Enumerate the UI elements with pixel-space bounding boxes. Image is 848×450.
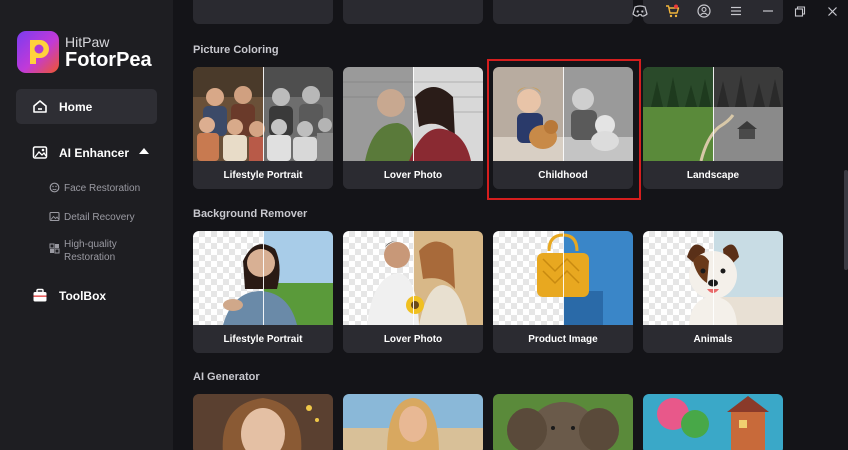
sidebar-subitem-label-line1: High-quality — [64, 239, 117, 250]
card-caption: Landscape — [643, 161, 783, 189]
card-previous-row[interactable] — [193, 0, 333, 24]
sidebar-subitem-face-restoration[interactable]: Face Restoration — [49, 182, 140, 195]
card-thumbnail — [643, 67, 783, 161]
restore-button[interactable] — [784, 0, 816, 22]
card-caption: Animals — [643, 325, 783, 353]
sidebar-subitem-label-line2: Restoration — [64, 252, 116, 263]
card-thumbnail — [343, 394, 483, 450]
sidebar-subitem-detail-recovery[interactable]: Detail Recovery — [49, 211, 135, 224]
scrollbar[interactable] — [844, 170, 848, 270]
section-title-ai-generator: AI Generator — [193, 371, 260, 383]
card-ai-generator-portrait[interactable] — [193, 394, 333, 450]
cart-button[interactable] — [656, 0, 688, 22]
before-after-divider — [563, 231, 564, 325]
account-button[interactable] — [688, 0, 720, 22]
logo-p-icon — [30, 40, 49, 64]
card-thumbnail — [193, 394, 333, 450]
toolbox-icon — [33, 288, 47, 302]
photo-icon — [49, 211, 60, 222]
card-coloring-lifestyle-portrait[interactable]: Lifestyle Portrait — [193, 67, 333, 189]
card-bgremove-lifestyle-portrait[interactable]: Lifestyle Portrait — [193, 231, 333, 353]
minimize-button[interactable] — [752, 0, 784, 22]
card-bgremove-animals[interactable]: Animals — [643, 231, 783, 353]
sidebar-item-ai-enhancer[interactable]: AI Enhancer — [16, 140, 157, 165]
brand-product: FotorPea — [65, 49, 152, 71]
sidebar-item-toolbox[interactable]: ToolBox — [16, 283, 157, 308]
grid-icon — [49, 243, 60, 254]
before-after-divider — [713, 231, 714, 325]
brand-company: HitPaw — [65, 34, 110, 50]
minimize-icon — [763, 10, 773, 12]
card-thumbnail — [193, 67, 333, 161]
card-ai-generator-beach[interactable] — [343, 394, 483, 450]
card-previous-row[interactable] — [343, 0, 483, 24]
discord-button[interactable] — [624, 0, 656, 22]
close-button[interactable] — [816, 0, 848, 22]
sidebar-item-label: ToolBox — [59, 288, 107, 303]
card-caption: Product Image — [493, 325, 633, 353]
before-after-divider — [413, 67, 414, 161]
card-caption: Lifestyle Portrait — [193, 325, 333, 353]
sidebar-item-label: Home — [59, 99, 93, 114]
menu-icon — [731, 6, 741, 16]
user-icon — [697, 4, 711, 18]
sidebar-subitem-high-quality-restoration[interactable]: High-quality Restoration — [49, 238, 117, 264]
menu-button[interactable] — [720, 0, 752, 22]
card-caption: Lover Photo — [343, 161, 483, 189]
card-ai-generator-fantasy-house[interactable] — [643, 394, 783, 450]
card-caption: Lifestyle Portrait — [193, 161, 333, 189]
before-after-divider — [413, 231, 414, 325]
card-thumbnail — [193, 231, 333, 325]
sidebar-item-label: AI Enhancer — [59, 145, 130, 160]
card-bgremove-lover-photo[interactable]: Lover Photo — [343, 231, 483, 353]
app-logo — [17, 31, 59, 73]
title-bar — [624, 0, 848, 22]
card-thumbnail — [493, 394, 633, 450]
before-after-divider — [263, 231, 264, 325]
before-after-divider — [263, 67, 264, 161]
card-thumbnail — [343, 67, 483, 161]
cart-icon — [665, 4, 679, 18]
card-ai-generator-elephant[interactable] — [493, 394, 633, 450]
discord-icon — [632, 5, 648, 17]
restore-icon — [794, 5, 806, 17]
section-title-picture-coloring: Picture Coloring — [193, 44, 279, 56]
sidebar: HitPaw FotorPea Home AI Enhancer Face Re… — [0, 0, 173, 450]
main-content: Picture Coloring Lifestyle Portrait Love… — [173, 0, 848, 450]
selection-highlight — [487, 59, 641, 200]
before-after-divider — [713, 67, 714, 161]
card-thumbnail — [493, 231, 633, 325]
close-icon — [827, 6, 837, 16]
home-icon — [33, 100, 47, 113]
chevron-up-icon[interactable] — [139, 148, 149, 154]
face-icon — [49, 182, 60, 193]
card-coloring-landscape[interactable]: Landscape — [643, 67, 783, 189]
card-thumbnail — [643, 231, 783, 325]
card-thumbnail — [643, 394, 783, 450]
card-previous-row[interactable] — [493, 0, 633, 24]
card-bgremove-product-image[interactable]: Product Image — [493, 231, 633, 353]
section-title-background-remover: Background Remover — [193, 208, 308, 220]
sidebar-subitem-label: Detail Recovery — [64, 212, 135, 223]
card-thumbnail — [343, 231, 483, 325]
sidebar-item-home[interactable]: Home — [16, 89, 157, 124]
image-enhance-icon — [32, 146, 48, 159]
card-coloring-lover-photo[interactable]: Lover Photo — [343, 67, 483, 189]
card-caption: Lover Photo — [343, 325, 483, 353]
sidebar-subitem-label: Face Restoration — [64, 183, 141, 194]
